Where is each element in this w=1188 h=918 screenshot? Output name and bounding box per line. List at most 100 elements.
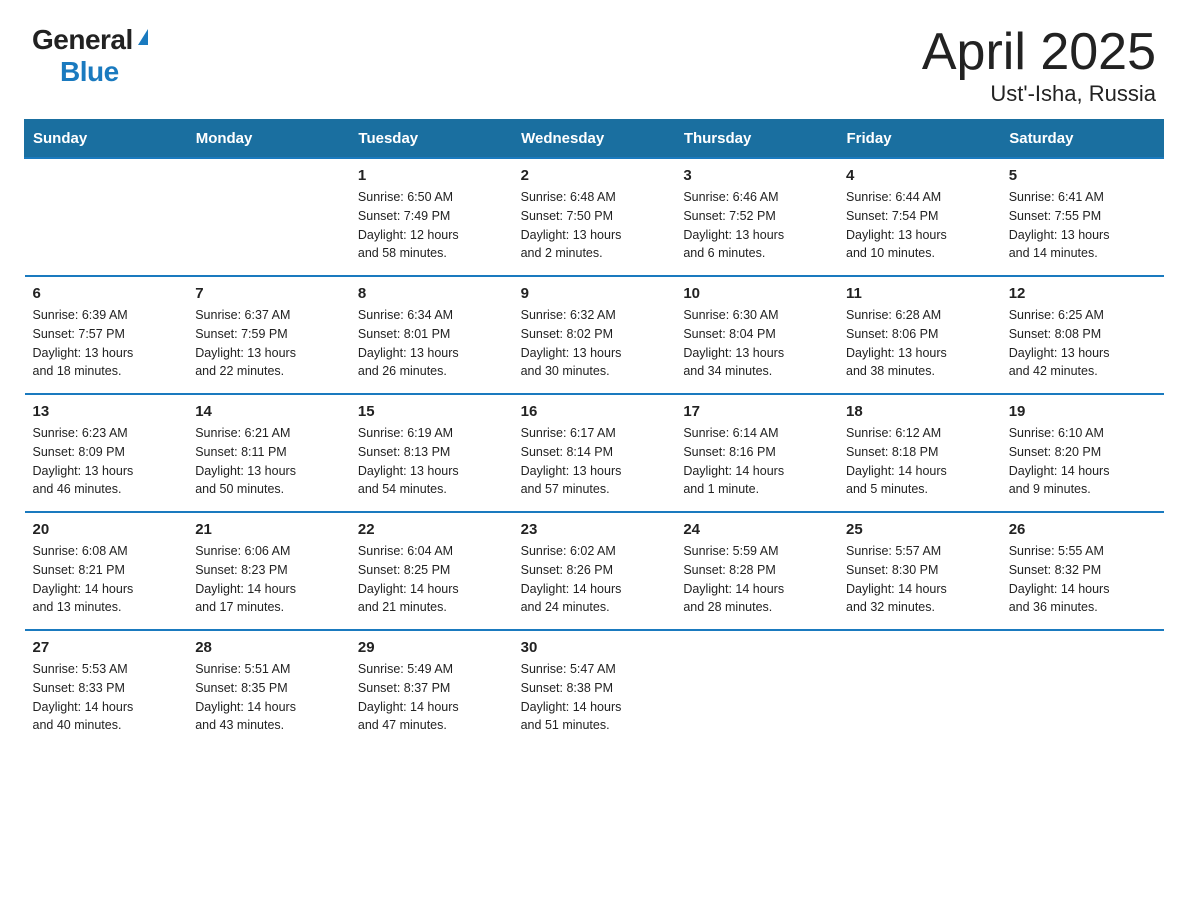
calendar-cell: 19 Sunrise: 6:10 AMSunset: 8:20 PMDayligh… — [1001, 394, 1164, 512]
day-info: Sunrise: 6:02 AMSunset: 8:26 PMDaylight:… — [521, 542, 668, 617]
calendar-cell: 17 Sunrise: 6:14 AMSunset: 8:16 PMDayligh… — [675, 394, 838, 512]
header-saturday: Saturday — [1001, 120, 1164, 159]
calendar-cell: 27Sunrise: 5:53 AMSunset: 8:33 PMDayligh… — [25, 630, 188, 747]
page-header: General Blue April 2025 Ust'-Isha, Russi… — [0, 0, 1188, 119]
day-info: Sunrise: 6:50 AMSunset: 7:49 PMDaylight:… — [358, 188, 505, 263]
day-number: 19 — [1009, 403, 1156, 420]
day-info: Sunrise: 6:25 AMSunset: 8:08 PMDaylight:… — [1009, 306, 1156, 381]
calendar-cell: 15 Sunrise: 6:19 AMSunset: 8:13 PMDayligh… — [350, 394, 513, 512]
calendar-cell: 13 Sunrise: 6:23 AMSunset: 8:09 PMDayligh… — [25, 394, 188, 512]
day-info: Sunrise: 5:57 AMSunset: 8:30 PMDaylight:… — [846, 542, 993, 617]
calendar-cell: 12 Sunrise: 6:25 AMSunset: 8:08 PMDayligh… — [1001, 276, 1164, 394]
day-number: 12 — [1009, 285, 1156, 302]
day-info: Sunrise: 5:51 AMSunset: 8:35 PMDaylight:… — [195, 660, 342, 735]
day-number: 11 — [846, 285, 993, 302]
calendar-week-row: 6 Sunrise: 6:39 AMSunset: 7:57 PMDaylight… — [25, 276, 1164, 394]
day-number: 24 — [683, 521, 830, 538]
day-number: 8 — [358, 285, 505, 302]
day-info: Sunrise: 6:04 AMSunset: 8:25 PMDaylight:… — [358, 542, 505, 617]
calendar-cell: 29 Sunrise: 5:49 AMSunset: 8:37 PMDayligh… — [350, 630, 513, 747]
day-info: Sunrise: 6:17 AMSunset: 8:14 PMDaylight:… — [521, 424, 668, 499]
calendar-cell: 21 Sunrise: 6:06 AMSunset: 8:23 PMDayligh… — [187, 512, 350, 630]
calendar-cell: 23 Sunrise: 6:02 AMSunset: 8:26 PMDayligh… — [513, 512, 676, 630]
day-number: 21 — [195, 521, 342, 538]
calendar-header: Sunday Monday Tuesday Wednesday Thursday… — [25, 120, 1164, 159]
logo-blue-text: Blue — [60, 56, 119, 87]
weekday-header-row: Sunday Monday Tuesday Wednesday Thursday… — [25, 120, 1164, 159]
day-number: 25 — [846, 521, 993, 538]
day-info: Sunrise: 6:12 AMSunset: 8:18 PMDaylight:… — [846, 424, 993, 499]
calendar-cell: 2Sunrise: 6:48 AMSunset: 7:50 PMDaylight… — [513, 158, 676, 276]
title-block: April 2025 Ust'-Isha, Russia — [922, 24, 1156, 107]
calendar-cell — [187, 158, 350, 276]
day-info: Sunrise: 6:23 AMSunset: 8:09 PMDaylight:… — [33, 424, 180, 499]
day-info: Sunrise: 6:37 AMSunset: 7:59 PMDaylight:… — [195, 306, 342, 381]
day-info: Sunrise: 6:32 AMSunset: 8:02 PMDaylight:… — [521, 306, 668, 381]
day-number: 18 — [846, 403, 993, 420]
calendar-cell — [675, 630, 838, 747]
day-info: Sunrise: 5:55 AMSunset: 8:32 PMDaylight:… — [1009, 542, 1156, 617]
calendar-cell: 24 Sunrise: 5:59 AMSunset: 8:28 PMDayligh… — [675, 512, 838, 630]
day-info: Sunrise: 6:21 AMSunset: 8:11 PMDaylight:… — [195, 424, 342, 499]
calendar-cell: 6 Sunrise: 6:39 AMSunset: 7:57 PMDaylight… — [25, 276, 188, 394]
calendar-week-row: 27Sunrise: 5:53 AMSunset: 8:33 PMDayligh… — [25, 630, 1164, 747]
day-info: Sunrise: 5:53 AMSunset: 8:33 PMDaylight:… — [33, 660, 180, 735]
day-number: 14 — [195, 403, 342, 420]
day-number: 26 — [1009, 521, 1156, 538]
calendar-title: April 2025 — [922, 24, 1156, 81]
day-number: 29 — [358, 639, 505, 656]
day-info: Sunrise: 6:44 AMSunset: 7:54 PMDaylight:… — [846, 188, 993, 263]
calendar-cell: 10 Sunrise: 6:30 AMSunset: 8:04 PMDayligh… — [675, 276, 838, 394]
calendar-cell — [25, 158, 188, 276]
day-info: Sunrise: 5:49 AMSunset: 8:37 PMDaylight:… — [358, 660, 505, 735]
day-number: 7 — [195, 285, 342, 302]
day-number: 9 — [521, 285, 668, 302]
calendar-cell: 8Sunrise: 6:34 AMSunset: 8:01 PMDaylight… — [350, 276, 513, 394]
day-info: Sunrise: 6:28 AMSunset: 8:06 PMDaylight:… — [846, 306, 993, 381]
day-info: Sunrise: 6:06 AMSunset: 8:23 PMDaylight:… — [195, 542, 342, 617]
header-monday: Monday — [187, 120, 350, 159]
calendar-cell: 26 Sunrise: 5:55 AMSunset: 8:32 PMDayligh… — [1001, 512, 1164, 630]
calendar-cell: 1 Sunrise: 6:50 AMSunset: 7:49 PMDaylight… — [350, 158, 513, 276]
calendar-week-row: 13 Sunrise: 6:23 AMSunset: 8:09 PMDayligh… — [25, 394, 1164, 512]
logo-general-text: General — [32, 24, 133, 56]
day-number: 1 — [358, 167, 505, 184]
header-thursday: Thursday — [675, 120, 838, 159]
day-info: Sunrise: 6:10 AMSunset: 8:20 PMDaylight:… — [1009, 424, 1156, 499]
calendar-cell: 11 Sunrise: 6:28 AMSunset: 8:06 PMDayligh… — [838, 276, 1001, 394]
day-info: Sunrise: 6:14 AMSunset: 8:16 PMDaylight:… — [683, 424, 830, 499]
logo-triangle-icon — [138, 29, 148, 45]
header-friday: Friday — [838, 120, 1001, 159]
logo: General Blue — [32, 24, 148, 88]
calendar-cell: 9 Sunrise: 6:32 AMSunset: 8:02 PMDaylight… — [513, 276, 676, 394]
day-number: 13 — [33, 403, 180, 420]
day-info: Sunrise: 6:19 AMSunset: 8:13 PMDaylight:… — [358, 424, 505, 499]
day-number: 15 — [358, 403, 505, 420]
header-sunday: Sunday — [25, 120, 188, 159]
day-number: 6 — [33, 285, 180, 302]
calendar-week-row: 1 Sunrise: 6:50 AMSunset: 7:49 PMDaylight… — [25, 158, 1164, 276]
day-number: 5 — [1009, 167, 1156, 184]
calendar-body: 1 Sunrise: 6:50 AMSunset: 7:49 PMDaylight… — [25, 158, 1164, 747]
day-number: 17 — [683, 403, 830, 420]
day-number: 23 — [521, 521, 668, 538]
day-info: Sunrise: 6:48 AMSunset: 7:50 PMDaylight:… — [521, 188, 668, 263]
day-number: 4 — [846, 167, 993, 184]
day-info: Sunrise: 6:30 AMSunset: 8:04 PMDaylight:… — [683, 306, 830, 381]
day-number: 16 — [521, 403, 668, 420]
calendar-cell: 5 Sunrise: 6:41 AMSunset: 7:55 PMDaylight… — [1001, 158, 1164, 276]
calendar-cell: 14 Sunrise: 6:21 AMSunset: 8:11 PMDayligh… — [187, 394, 350, 512]
day-info: Sunrise: 5:47 AMSunset: 8:38 PMDaylight:… — [521, 660, 668, 735]
calendar-cell: 28Sunrise: 5:51 AMSunset: 8:35 PMDayligh… — [187, 630, 350, 747]
day-info: Sunrise: 6:41 AMSunset: 7:55 PMDaylight:… — [1009, 188, 1156, 263]
calendar-cell: 16 Sunrise: 6:17 AMSunset: 8:14 PMDayligh… — [513, 394, 676, 512]
calendar-cell: 3Sunrise: 6:46 AMSunset: 7:52 PMDaylight… — [675, 158, 838, 276]
day-info: Sunrise: 5:59 AMSunset: 8:28 PMDaylight:… — [683, 542, 830, 617]
header-wednesday: Wednesday — [513, 120, 676, 159]
calendar-cell: 20Sunrise: 6:08 AMSunset: 8:21 PMDayligh… — [25, 512, 188, 630]
day-info: Sunrise: 6:39 AMSunset: 7:57 PMDaylight:… — [33, 306, 180, 381]
calendar-cell: 30Sunrise: 5:47 AMSunset: 8:38 PMDayligh… — [513, 630, 676, 747]
day-info: Sunrise: 6:46 AMSunset: 7:52 PMDaylight:… — [683, 188, 830, 263]
calendar-week-row: 20Sunrise: 6:08 AMSunset: 8:21 PMDayligh… — [25, 512, 1164, 630]
day-number: 10 — [683, 285, 830, 302]
